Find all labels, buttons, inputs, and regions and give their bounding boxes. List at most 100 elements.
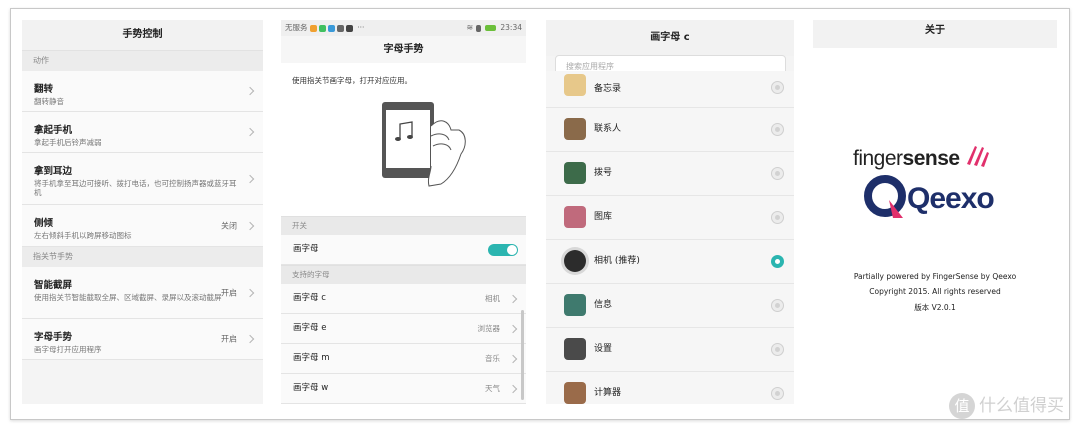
letter-row-c[interactable]: 画字母 c 相机 (281, 284, 526, 314)
app-item-camera[interactable]: 相机 (推荐) (546, 240, 794, 284)
message-icon (564, 294, 586, 316)
more-notifications: ··· (357, 23, 365, 32)
app-item-memo[interactable]: 备忘录 (546, 71, 794, 108)
letter-label: 画字母 w (293, 383, 329, 393)
copyright-text: Copyright 2015. All rights reserved (869, 287, 1001, 296)
version-text: 版本 V2.0.1 (914, 303, 956, 312)
setting-row-tilt[interactable]: 侧倾 左右倾斜手机以跨屏移动图标 关闭 (22, 205, 263, 247)
radio-button[interactable] (771, 123, 784, 136)
setting-row-letter-gesture[interactable]: 字母手势 画字母打开应用程序 开启 (22, 319, 263, 360)
app-name: 相机 (推荐) (594, 256, 640, 266)
section-header-switch: 开关 (281, 216, 526, 235)
setting-title: 侧倾 (34, 218, 54, 229)
page-title: 手势控制 (22, 20, 263, 51)
letter-gesture-toggle[interactable] (488, 244, 518, 256)
camera-icon (564, 250, 586, 272)
radio-button[interactable] (771, 81, 784, 94)
setting-title: 智能截屏 (34, 280, 73, 291)
gesture-hint: 使用指关节画字母，打开对应应用。 (292, 76, 412, 85)
letter-app: 天气 (485, 384, 500, 393)
radio-button-selected[interactable] (771, 255, 784, 268)
qq-icon (327, 24, 335, 32)
app-item-gallery[interactable]: 图库 (546, 196, 794, 240)
watermark-text: 什么值得买 (979, 396, 1064, 416)
toggle-row-letter[interactable]: 画字母 (281, 235, 526, 265)
phone-icon (564, 162, 586, 184)
toggle-label: 画字母 (293, 244, 319, 254)
letter-gesture-screen: 无服务 ··· ≋ 23:34 字母手势 使用指关节画字母，打开对应应用。 开关 (281, 20, 526, 404)
scrollbar[interactable] (521, 310, 524, 400)
app-name: 信息 (594, 300, 613, 310)
gallery-icon (564, 206, 586, 228)
gear-icon (564, 338, 586, 360)
watermark: 值什么值得买 (949, 391, 1064, 419)
letter-app: 相机 (485, 294, 500, 303)
qeexo-logo: Qeexo (863, 174, 1013, 230)
app-item-contacts[interactable]: 联系人 (546, 108, 794, 152)
setting-value: 开启 (221, 288, 237, 297)
memo-icon (564, 74, 586, 96)
setting-row-ear[interactable]: 拿到耳边 将手机拿至耳边可接听、拨打电话，也可控制扬声器或蓝牙耳机 (22, 153, 263, 205)
section-header-letters: 支持的字母 (281, 265, 526, 284)
setting-row-flip[interactable]: 翻转 翻转静音 (22, 71, 263, 112)
letter-row-m[interactable]: 画字母 m 音乐 (281, 344, 526, 374)
battery-icon (484, 25, 496, 31)
radio-button[interactable] (771, 343, 784, 356)
notification-icon (309, 24, 317, 32)
phone-hand-illustration (281, 86, 526, 216)
letter-label: 画字母 m (293, 353, 330, 363)
setting-subtitle: 将手机拿至耳边可接听、拨打电话，也可控制扬声器或蓝牙耳机 (34, 179, 237, 197)
setting-title: 拿到耳边 (34, 166, 73, 177)
app-name: 设置 (594, 344, 613, 354)
setting-subtitle: 左右倾斜手机以跨屏移动图标 (34, 231, 132, 240)
setting-title: 翻转 (34, 84, 54, 95)
fingersense-logo: fingersense (853, 144, 991, 171)
letter-label: 画字母 c (293, 293, 326, 303)
page-title: 关于 (813, 20, 1057, 48)
gesture-control-screen: 手势控制 动作 翻转 翻转静音 拿起手机 拿起手机后铃声减弱 拿到耳边 将手机拿… (22, 20, 263, 404)
chevron-right-icon (508, 384, 518, 393)
app-item-messages[interactable]: 信息 (546, 284, 794, 328)
setting-row-pickup[interactable]: 拿起手机 拿起手机后铃声减弱 (22, 112, 263, 153)
chevron-right-icon (508, 354, 518, 363)
clock: 23:34 (500, 23, 522, 32)
app-name: 计算器 (594, 388, 622, 398)
radio-button[interactable] (771, 299, 784, 312)
letter-row-e[interactable]: 画字母 e 浏览器 (281, 314, 526, 344)
app-name: 拨号 (594, 168, 613, 178)
setting-value: 开启 (221, 334, 237, 344)
letter-label: 画字母 e (293, 323, 327, 333)
app-name: 图库 (594, 212, 613, 222)
chevron-right-icon (245, 86, 255, 96)
setting-title: 拿起手机 (34, 125, 73, 136)
setting-row-smart-screenshot[interactable]: 智能截屏 使用指关节智能截取全屏、区域截屏、录屏以及滚动截屏 开启 (22, 267, 263, 319)
app-name: 联系人 (594, 124, 622, 134)
powered-by-text: Partially powered by FingerSense by Qeex… (853, 272, 1017, 281)
wifi-icon: ≋ (466, 23, 474, 32)
app-icon (345, 24, 353, 32)
setting-subtitle: 翻转静音 (34, 97, 64, 106)
setting-subtitle: 拿起手机后铃声减弱 (34, 138, 102, 147)
letter-app: 浏览器 (477, 324, 501, 333)
section-header-actions: 动作 (22, 51, 263, 71)
section-header-knuckle: 指关节手势 (22, 247, 263, 267)
app-item-dialer[interactable]: 拨号 (546, 152, 794, 196)
fingersense-mark-icon (966, 146, 989, 167)
app-item-settings[interactable]: 设置 (546, 328, 794, 372)
phone-gesture-icon (382, 102, 466, 187)
radio-button[interactable] (771, 387, 784, 400)
app-name: 备忘录 (594, 84, 622, 94)
setting-subtitle: 画字母打开应用程序 (34, 345, 102, 354)
page-title: 字母手势 (281, 36, 526, 63)
sim-icon (475, 24, 481, 32)
chevron-right-icon (245, 127, 255, 137)
qeexo-logo-icon: Qeexo (864, 175, 995, 218)
radio-button[interactable] (771, 211, 784, 224)
radio-button[interactable] (771, 167, 784, 180)
letter-row-w[interactable]: 画字母 w 天气 (281, 374, 526, 404)
watermark-badge: 值 (949, 393, 975, 419)
app-item-calculator[interactable]: 计算器 (546, 372, 794, 404)
mail-icon (336, 24, 344, 32)
about-content: fingersense Qeexo Partially powered by F… (813, 48, 1057, 404)
setting-title: 字母手势 (34, 332, 73, 343)
